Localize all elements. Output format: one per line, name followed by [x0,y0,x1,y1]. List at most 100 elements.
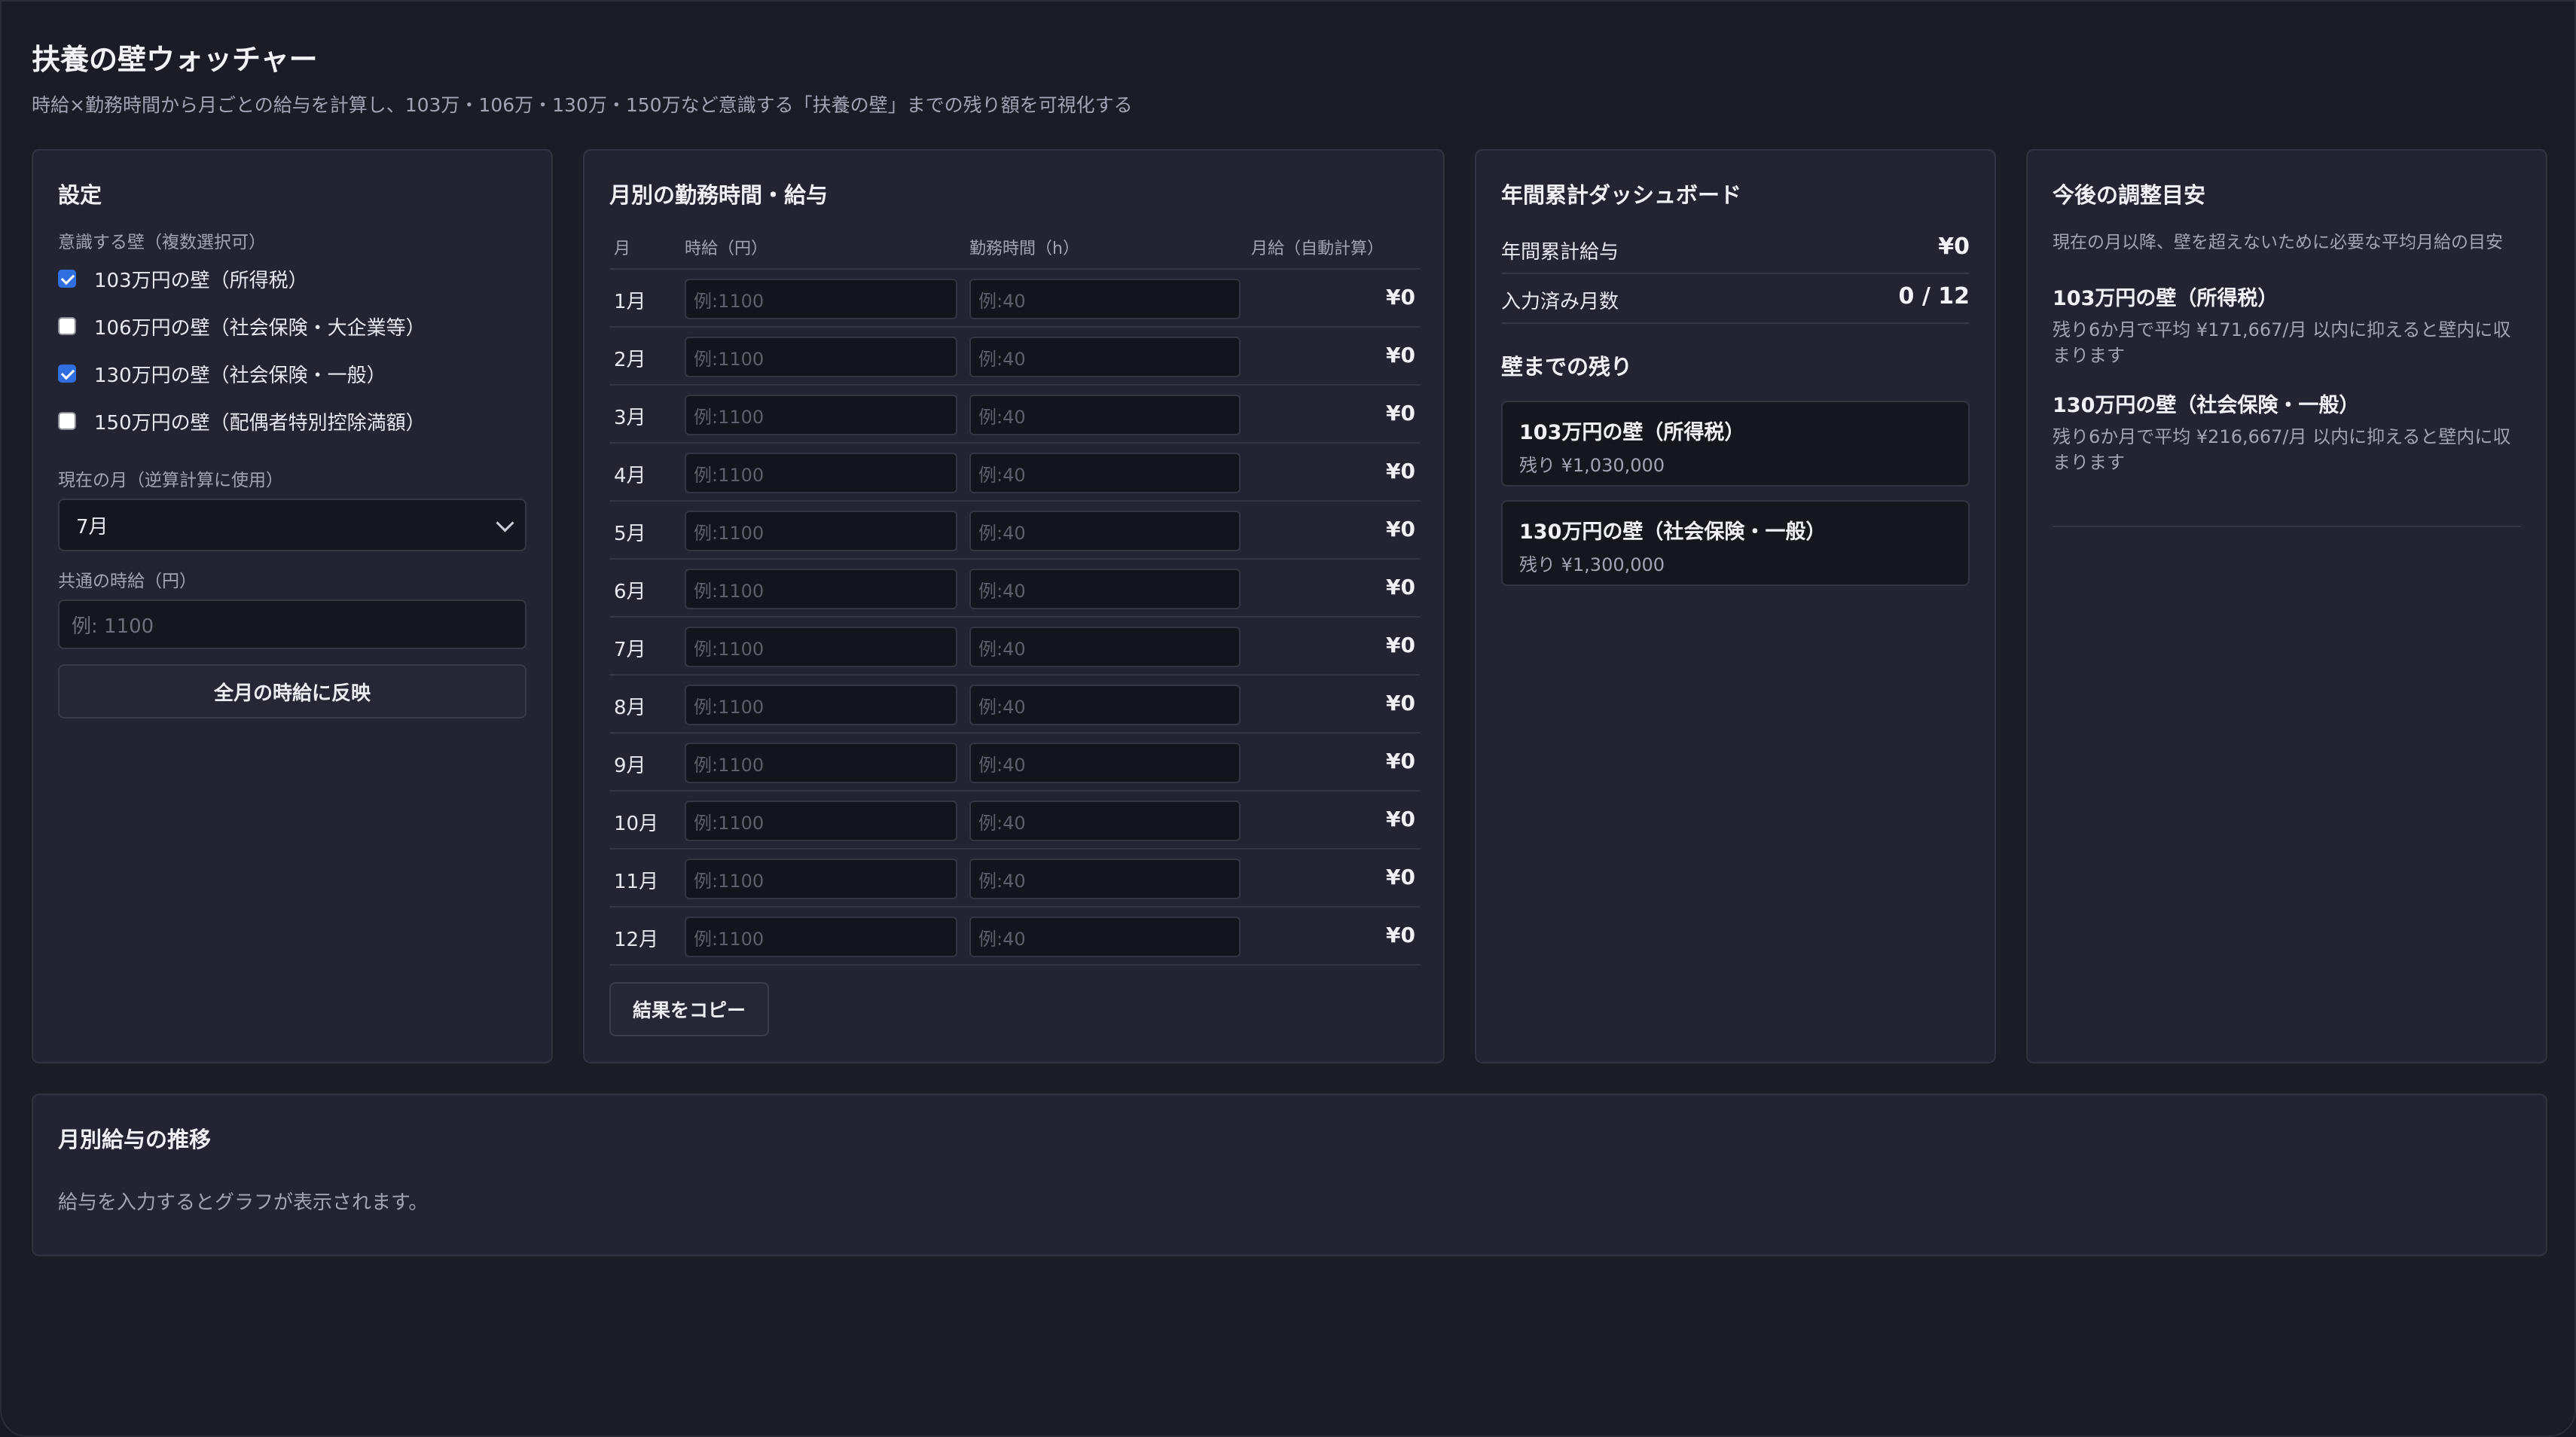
wall-option-label: 150万円の壁（配偶者特別控除満額） [94,411,426,435]
monthly-pay: ¥0 [1386,459,1415,484]
common-wage-input[interactable]: 例: 1100 [58,600,526,649]
chart-empty-message: 給与を入力するとグラフが表示されます。 [58,1191,429,1214]
month-label: 7月 [614,639,646,661]
hours-input[interactable]: 例:40 [969,917,1241,957]
hours-input[interactable]: 例:40 [969,685,1241,725]
remaining-card-title: 130万円の壁（社会保険・一般） [1519,520,1827,544]
annual-total-row: 年間累計給与 ¥0 [1501,224,1970,274]
wall-option-label: 130万円の壁（社会保険・一般） [94,364,386,387]
checkbox-checked[interactable] [58,270,76,288]
wage-input[interactable]: 例:1100 [685,801,957,841]
wage-input[interactable]: 例:1100 [685,685,957,725]
dashboard-panel: 年間累計ダッシュボード 年間累計給与 ¥0 入力済み月数 0 / 12 壁までの… [1475,149,1996,1063]
wage-input[interactable]: 例:1100 [685,859,957,899]
table-row: 9月 例:1100 例:40 ¥0 [609,732,1420,792]
hours-input[interactable]: 例:40 [969,801,1241,841]
app-title: 扶養の壁ウォッチャー [32,43,318,76]
hours-input[interactable]: 例:40 [969,743,1241,783]
apply-wage-button[interactable]: 全月の時給に反映 [58,664,526,718]
month-label: 6月 [614,581,646,603]
monthly-pay: ¥0 [1386,285,1415,310]
chart-title: 月別給与の推移 [58,1127,212,1152]
month-label: 10月 [614,813,659,835]
table-row: 2月 例:1100 例:40 ¥0 [609,326,1420,386]
current-month-value: 7月 [76,515,108,538]
copy-result-button[interactable]: 結果をコピー [609,982,769,1036]
app-subtitle: 時給×勤務時間から月ごとの給与を計算し、103万・106万・130万・150万な… [32,94,1133,116]
wall-option-label: 103万円の壁（所得税） [94,269,308,292]
current-month-select[interactable]: 7月 [58,499,526,551]
wage-input[interactable]: 例:1100 [685,743,957,783]
monthly-pay: ¥0 [1386,749,1415,773]
hours-input[interactable]: 例:40 [969,859,1241,899]
month-label: 4月 [614,465,646,487]
hours-input[interactable]: 例:40 [969,511,1241,551]
wage-input[interactable]: 例:1100 [685,453,957,493]
wage-input[interactable]: 例:1100 [685,511,957,551]
month-label: 2月 [614,349,646,371]
hours-input[interactable]: 例:40 [969,395,1241,435]
table-row: 1月 例:1100 例:40 ¥0 [609,268,1420,328]
filled-months-value: 0 / 12 [1898,283,1970,310]
header-wage: 時給（円） [685,240,768,258]
monthly-pay: ¥0 [1386,865,1415,889]
checkbox-unchecked[interactable] [58,317,76,335]
adjust-title: 今後の調整目安 [2053,182,2206,208]
hours-input[interactable]: 例:40 [969,279,1241,319]
wage-input[interactable]: 例:1100 [685,627,957,667]
chart-panel: 月別給与の推移 給与を入力するとグラフが表示されます。 [32,1094,2547,1256]
adjust-item-desc: 残り6か月で平均 ¥216,667/月 以内に抑えると壁内に収まります [2053,426,2511,473]
walls-label: 意識する壁（複数選択可） [58,233,266,252]
month-label: 5月 [614,523,646,545]
hours-input[interactable]: 例:40 [969,627,1241,667]
chevron-down-icon [496,514,514,532]
remaining-card-130: 130万円の壁（社会保険・一般） 残り ¥1,300,000 [1501,500,1970,586]
monthly-pay: ¥0 [1386,923,1415,947]
current-month-label: 現在の月（逆算計算に使用） [58,471,283,490]
checkbox-checked[interactable] [58,365,76,383]
checkbox-unchecked[interactable] [58,412,76,430]
remaining-card-103: 103万円の壁（所得税） 残り ¥1,030,000 [1501,401,1970,487]
wage-input[interactable]: 例:1100 [685,337,957,377]
divider [2053,526,2521,527]
table-row: 5月 例:1100 例:40 ¥0 [609,500,1420,560]
month-label: 12月 [614,929,659,951]
monthly-pay: ¥0 [1386,633,1415,657]
wage-input[interactable]: 例:1100 [685,395,957,435]
wall-option-150[interactable]: 150万円の壁（配偶者特別控除満額） [20,406,426,436]
remaining-card-title: 103万円の壁（所得税） [1519,421,1745,444]
wall-option-130[interactable]: 130万円の壁（社会保険・一般） [20,358,386,389]
table-row: 12月 例:1100 例:40 ¥0 [609,906,1420,966]
monthly-panel: 月別の勤務時間・給与 月 時給（円） 勤務時間（h） 月給（自動計算） 1月 例:… [583,149,1445,1063]
monthly-pay: ¥0 [1386,401,1415,426]
table-row: 11月 例:1100 例:40 ¥0 [609,848,1420,908]
adjust-item-103: 103万円の壁（所得税） 残り6か月で平均 ¥171,667/月 以内に抑えると… [2053,282,2521,368]
dashboard-title: 年間累計ダッシュボード [1501,182,1742,208]
table-row: 6月 例:1100 例:40 ¥0 [609,558,1420,618]
remaining-title: 壁までの残り [1501,354,1633,380]
common-wage-label: 共通の時給（円） [58,572,197,591]
table-row: 3月 例:1100 例:40 ¥0 [609,384,1420,444]
wall-option-103[interactable]: 103万円の壁（所得税） [20,264,308,294]
table-row: 8月 例:1100 例:40 ¥0 [609,674,1420,734]
wage-input[interactable]: 例:1100 [685,279,957,319]
monthly-pay: ¥0 [1386,691,1415,715]
adjust-item-desc: 残り6か月で平均 ¥171,667/月 以内に抑えると壁内に収まります [2053,319,2511,366]
hours-input[interactable]: 例:40 [969,569,1241,609]
hours-input[interactable]: 例:40 [969,337,1241,377]
month-label: 11月 [614,871,659,893]
wage-input[interactable]: 例:1100 [685,569,957,609]
adjust-item-title: 103万円の壁（所得税） [2053,287,2278,310]
wall-option-106[interactable]: 106万円の壁（社会保険・大企業等） [20,311,426,341]
month-label: 1月 [614,291,646,313]
header-month: 月 [614,240,631,258]
settings-title: 設定 [58,182,102,208]
table-bottom-border [609,964,1420,966]
hours-input[interactable]: 例:40 [969,453,1241,493]
wage-input[interactable]: 例:1100 [685,917,957,957]
monthly-pay: ¥0 [1386,807,1415,831]
wall-option-label: 106万円の壁（社会保険・大企業等） [94,316,426,340]
remaining-card-value: 残り ¥1,030,000 [1519,455,1665,476]
table-row: 10月 例:1100 例:40 ¥0 [609,790,1420,850]
adjust-panel: 今後の調整目安 現在の月以降、壁を超えないために必要な平均月給の目安 103万円… [2026,149,2547,1063]
